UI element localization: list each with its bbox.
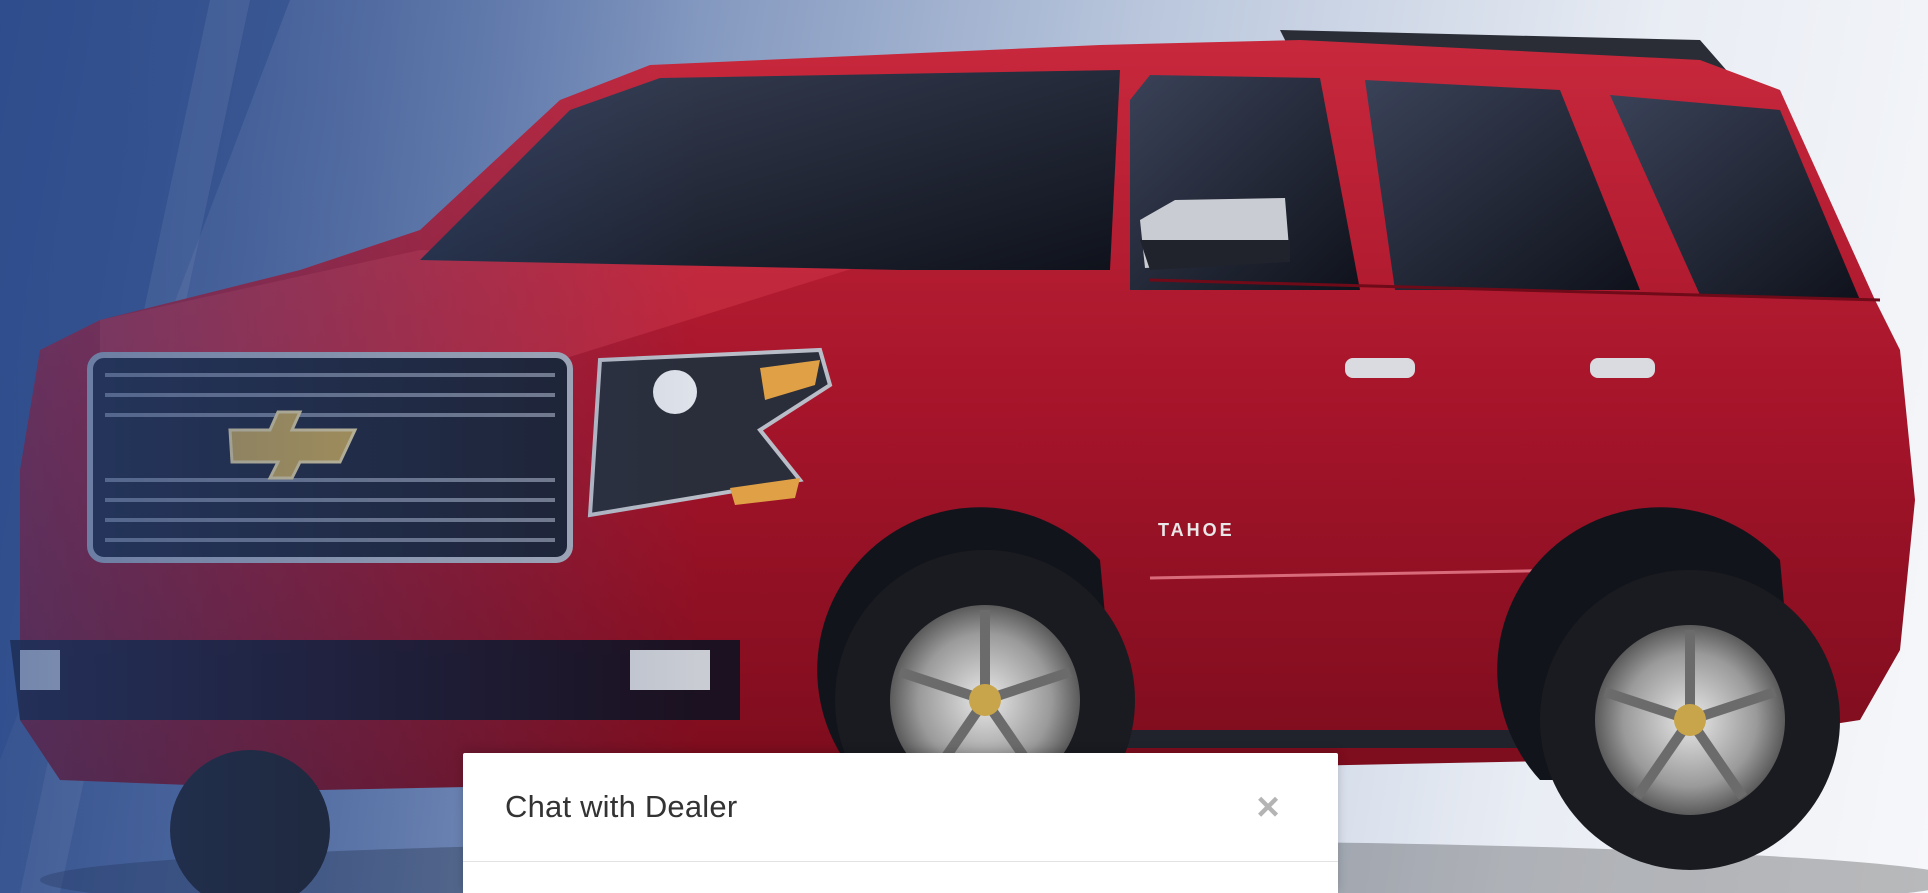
door-handle-rear: [1590, 358, 1655, 378]
chat-title: Chat with Dealer: [505, 789, 738, 824]
chat-with-dealer-panel[interactable]: Chat with Dealer ×: [463, 753, 1338, 893]
close-icon[interactable]: ×: [1248, 787, 1288, 827]
running-board: [1100, 730, 1560, 748]
chat-header: Chat with Dealer ×: [463, 753, 1338, 862]
rear-wheel: [1540, 570, 1840, 870]
model-badge: TAHOE: [1158, 520, 1235, 540]
door-handle-front: [1345, 358, 1415, 378]
